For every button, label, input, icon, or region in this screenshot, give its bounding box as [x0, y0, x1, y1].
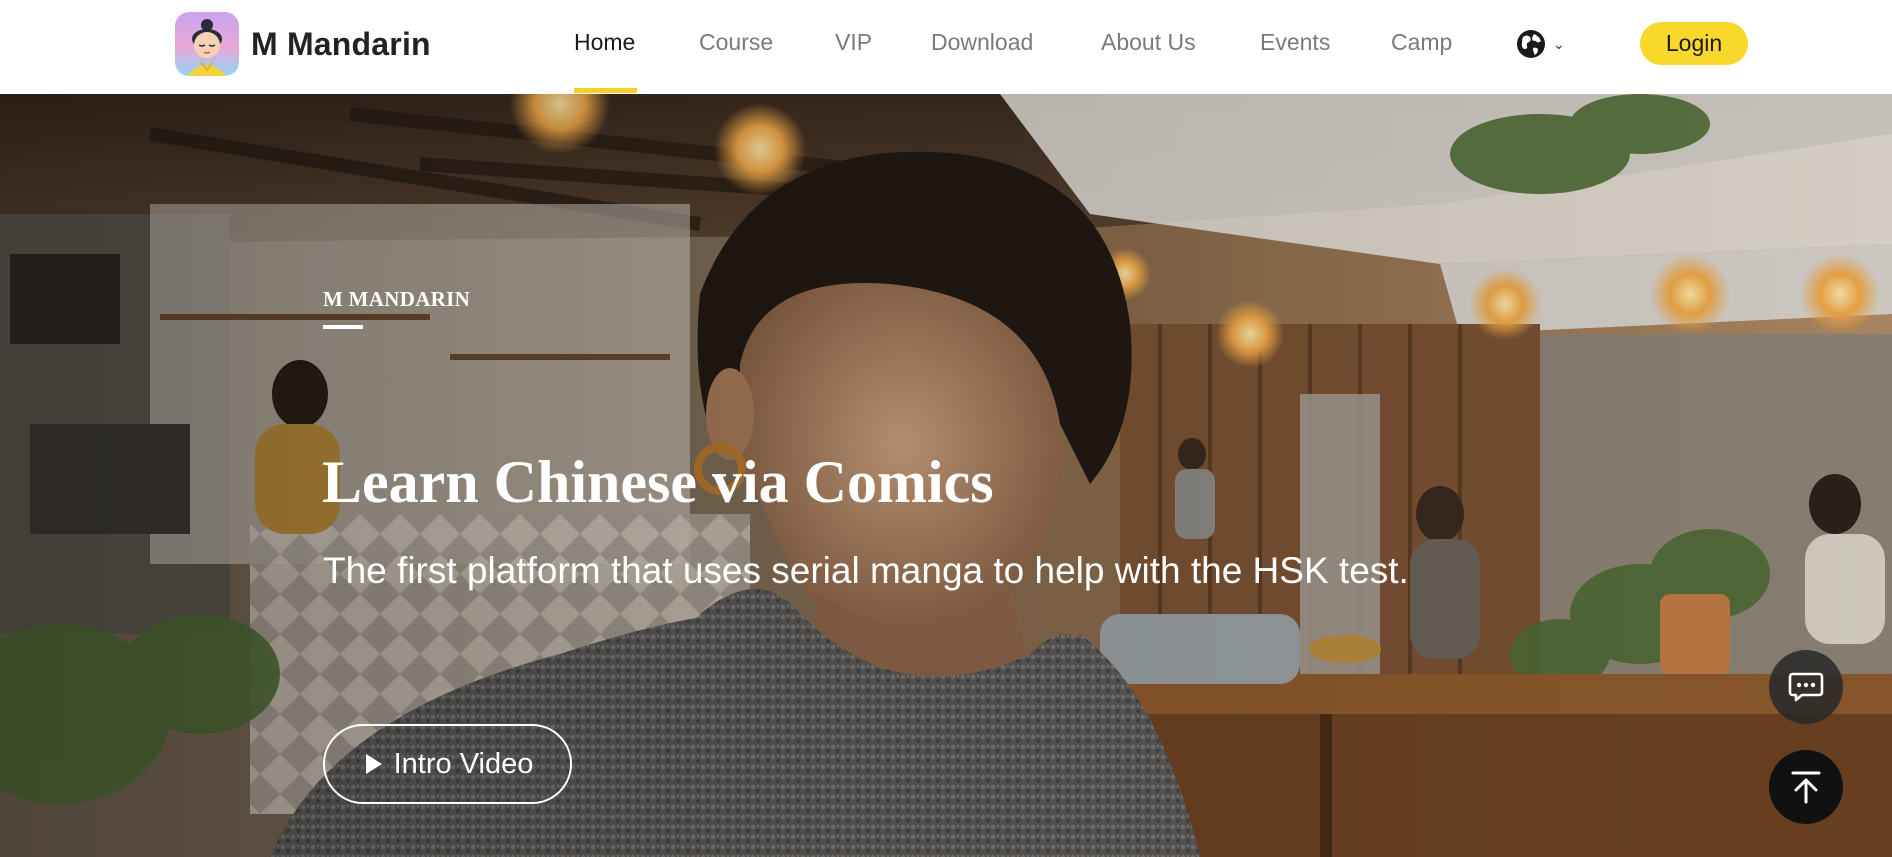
logo[interactable]: M Mandarin — [175, 12, 431, 76]
chat-icon — [1788, 672, 1824, 702]
intro-video-label: Intro Video — [393, 747, 534, 780]
chevron-down-icon: ⌄ — [1553, 35, 1565, 52]
hero-subtitle: The first platform that uses serial mang… — [323, 550, 1409, 591]
login-button[interactable]: Login — [1640, 22, 1748, 65]
nav-about-us[interactable]: About Us — [1101, 29, 1196, 56]
nav-events[interactable]: Events — [1260, 29, 1330, 56]
nav-download[interactable]: Download — [931, 29, 1033, 56]
site-header: M Mandarin Home Course VIP Download Abou… — [0, 0, 1892, 94]
nav-home[interactable]: Home — [574, 29, 635, 56]
back-to-top-button[interactable] — [1769, 750, 1843, 824]
logo-text: M Mandarin — [251, 25, 431, 62]
play-icon — [365, 754, 382, 774]
logo-mascot-icon — [175, 12, 239, 76]
language-selector[interactable]: ⌄ — [1515, 28, 1565, 60]
nav-vip[interactable]: VIP — [835, 29, 872, 56]
active-nav-indicator — [574, 88, 637, 93]
hero-title: Learn Chinese via Comics — [322, 449, 994, 515]
hero-section: M MANDARIN Learn Chinese via Comics The … — [0, 94, 1892, 857]
globe-icon — [1517, 30, 1545, 58]
hero-brand-underline — [323, 325, 363, 329]
nav-camp[interactable]: Camp — [1391, 29, 1452, 56]
chat-button[interactable] — [1769, 650, 1843, 724]
intro-video-button[interactable]: Intro Video — [323, 724, 572, 804]
hero-brand-label: M MANDARIN — [323, 287, 471, 311]
nav-course[interactable]: Course — [699, 29, 773, 56]
arrow-up-icon — [1791, 771, 1821, 804]
